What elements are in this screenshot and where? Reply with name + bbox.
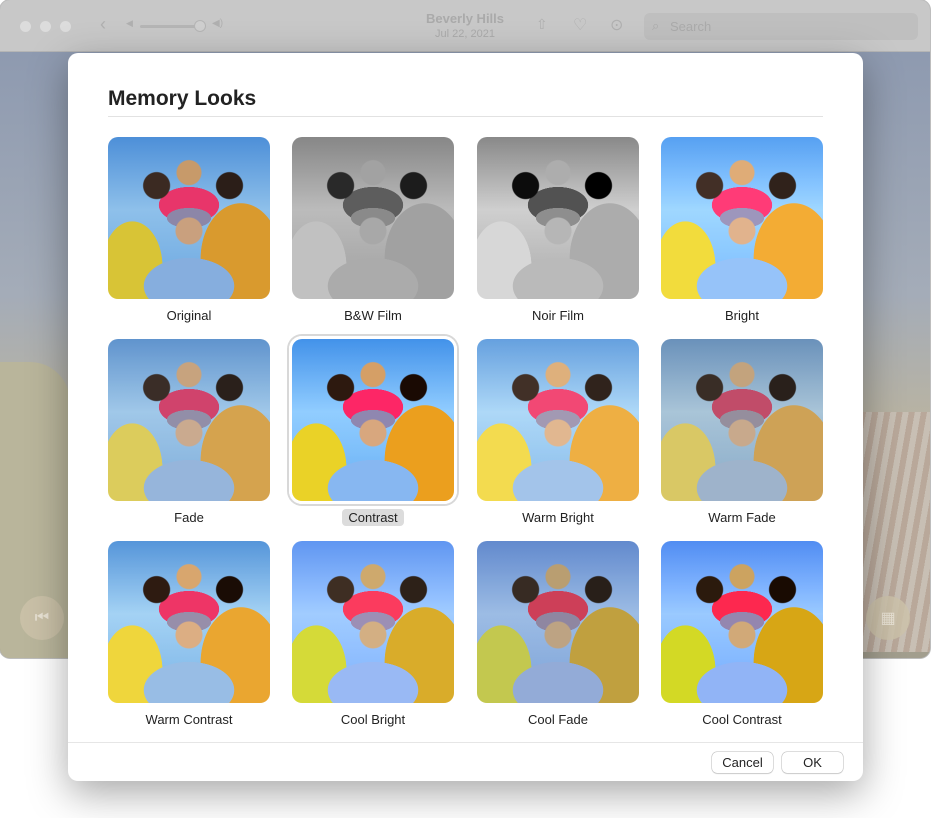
- look-option[interactable]: Bright: [661, 137, 823, 326]
- cancel-button[interactable]: Cancel: [712, 752, 773, 773]
- skip-back-icon: ⏮: [34, 609, 50, 626]
- search-icon: ⌕: [652, 18, 660, 33]
- look-option[interactable]: B&W Film: [292, 137, 454, 326]
- look-thumbnail[interactable]: [477, 137, 639, 299]
- look-label: B&W Film: [344, 308, 402, 323]
- look-option[interactable]: Warm Fade: [661, 339, 823, 528]
- look-option[interactable]: Cool Bright: [292, 541, 454, 730]
- look-label: Contrast: [342, 509, 404, 526]
- look-thumbnail[interactable]: [661, 137, 823, 299]
- look-option[interactable]: Cool Contrast: [661, 541, 823, 730]
- grid-view-button[interactable]: ▦: [866, 596, 910, 640]
- search-input[interactable]: ⌕ Search: [644, 13, 918, 40]
- look-label: Cool Contrast: [702, 712, 782, 727]
- back-icon[interactable]: ‹: [100, 14, 106, 35]
- grid-icon: ▦: [880, 610, 896, 627]
- look-thumbnail[interactable]: [661, 541, 823, 703]
- look-thumbnail[interactable]: [108, 339, 270, 501]
- look-label: Warm Contrast: [145, 712, 233, 727]
- look-option[interactable]: Contrast: [292, 339, 454, 528]
- look-label: Fade: [174, 510, 204, 525]
- close-button[interactable]: [20, 21, 31, 32]
- look-option[interactable]: Fade: [108, 339, 270, 528]
- look-label: Bright: [725, 308, 759, 323]
- memory-looks-dialog: Memory Looks Original B&W Film Noir Film Br…: [68, 53, 863, 781]
- look-thumbnail[interactable]: [108, 541, 270, 703]
- minimize-button[interactable]: [40, 21, 51, 32]
- look-thumbnail[interactable]: [292, 339, 454, 501]
- look-label: Original: [166, 308, 212, 323]
- zoom-button[interactable]: [60, 21, 71, 32]
- dialog-title: Memory Looks: [108, 87, 257, 110]
- heart-icon[interactable]: ♡: [573, 15, 587, 35]
- window-date: Jul 22, 2021: [435, 28, 495, 40]
- look-thumbnail[interactable]: [108, 137, 270, 299]
- look-thumbnail[interactable]: [292, 541, 454, 703]
- look-option[interactable]: Noir Film: [477, 137, 639, 326]
- search-placeholder: Search: [670, 19, 712, 34]
- look-option[interactable]: Warm Contrast: [108, 541, 270, 730]
- title-divider: [108, 116, 823, 117]
- ok-button[interactable]: OK: [782, 752, 843, 773]
- volume-low-icon: ◀: [126, 18, 133, 28]
- look-thumbnail[interactable]: [477, 541, 639, 703]
- look-label: Cool Bright: [340, 712, 406, 727]
- look-label: Cool Fade: [528, 712, 588, 727]
- look-thumbnail[interactable]: [477, 339, 639, 501]
- share-icon[interactable]: ⇧: [536, 16, 548, 33]
- volume-high-icon: ◀): [212, 18, 224, 29]
- window-title: Beverly Hills: [425, 11, 505, 26]
- look-label: Warm Bright: [522, 510, 594, 525]
- look-option[interactable]: Cool Fade: [477, 541, 639, 730]
- look-thumbnail[interactable]: [292, 137, 454, 299]
- footer-divider: [68, 742, 863, 743]
- previous-button[interactable]: ⏮: [20, 596, 64, 640]
- look-option[interactable]: Warm Bright: [477, 339, 639, 528]
- look-option[interactable]: Original: [108, 137, 270, 326]
- more-icon[interactable]: ⊙: [610, 15, 623, 35]
- title-bar: ‹ ◀ ◀) Beverly Hills Jul 22, 2021 ⇧ ♡ ⊙ …: [0, 0, 930, 52]
- volume-slider-thumb[interactable]: [194, 20, 206, 32]
- volume-slider[interactable]: [140, 20, 206, 32]
- look-label: Warm Fade: [708, 510, 776, 525]
- look-label: Noir Film: [532, 308, 584, 323]
- look-thumbnail[interactable]: [661, 339, 823, 501]
